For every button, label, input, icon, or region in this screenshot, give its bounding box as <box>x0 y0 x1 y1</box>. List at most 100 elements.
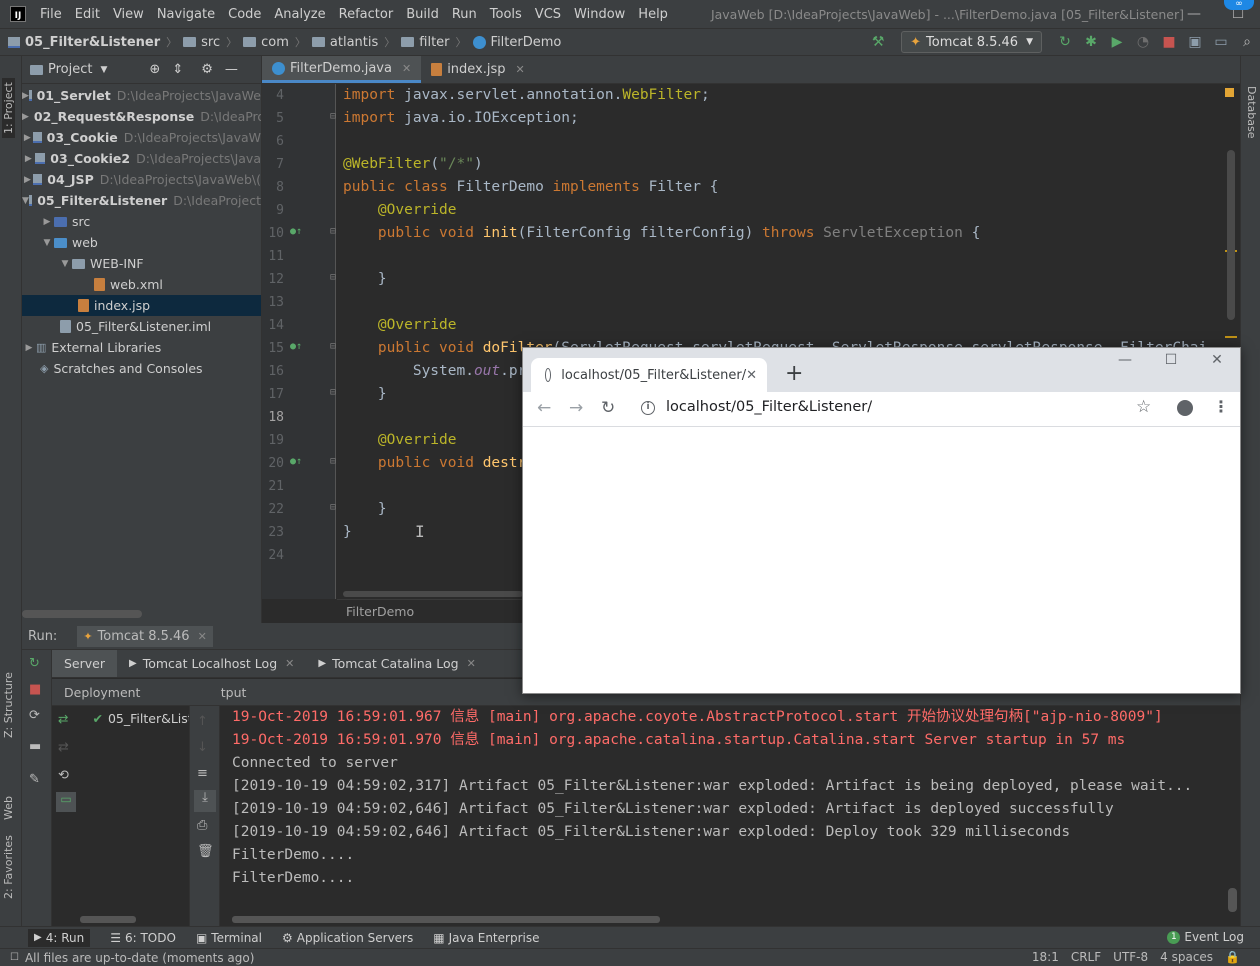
close-icon[interactable]: ✕ <box>198 630 207 643</box>
file-encoding[interactable]: UTF-8 <box>1113 950 1148 964</box>
chevron-down-icon[interactable]: ▼ <box>22 196 29 206</box>
chevron-right-icon[interactable]: ▶ <box>22 133 33 143</box>
fold-icon[interactable]: ⊟ <box>330 502 336 513</box>
breadcrumb-filterdemo[interactable]: FilterDemo <box>472 35 561 50</box>
stop-icon[interactable]: ■ <box>1156 34 1182 50</box>
tree-item-web-xml[interactable]: web.xml <box>22 274 261 295</box>
arrow-up-icon[interactable]: ↑ <box>197 714 208 729</box>
rerun-icon[interactable]: ↻ <box>29 656 40 671</box>
hide-panel-icon[interactable]: — <box>225 62 238 77</box>
menu-tools[interactable]: Tools <box>490 7 522 22</box>
menu-kebab-icon[interactable]: ⋮ <box>1213 397 1229 416</box>
close-icon[interactable]: ✕ <box>402 62 411 75</box>
open-browser-icon[interactable]: ▭ <box>56 792 76 812</box>
fold-icon[interactable]: ⊟ <box>330 387 336 398</box>
java-enterprise-tool-button[interactable]: ▦ Java Enterprise <box>433 931 539 945</box>
caret-position[interactable]: 18:1 <box>1032 950 1059 964</box>
tree-item-04-jsp[interactable]: ▶ 04_JSP D:\IdeaProjects\JavaWeb\( <box>22 169 261 190</box>
deployment-header[interactable]: Deployment <box>52 679 220 706</box>
tree-item-index-jsp[interactable]: index.jsp <box>22 295 261 316</box>
back-arrow-icon[interactable]: ← <box>537 398 551 418</box>
menu-run[interactable]: Run <box>452 7 477 22</box>
address-bar[interactable]: localhost/05_Filter&Listener/ <box>666 399 872 415</box>
close-icon[interactable]: ✕ <box>285 657 294 670</box>
soft-wrap-icon[interactable]: ≡ <box>197 766 208 781</box>
line-separator[interactable]: CRLF <box>1071 950 1101 964</box>
database-tool-tab[interactable]: Database <box>1245 86 1258 139</box>
project-horizontal-scrollbar[interactable] <box>22 610 142 618</box>
restart-icon[interactable]: ⟳ <box>29 708 40 723</box>
breadcrumb-atlantis[interactable]: atlantis 〉 <box>311 34 401 50</box>
tree-item-external-libraries[interactable]: ▶ ▥ External Libraries <box>22 337 261 358</box>
chevron-right-icon[interactable]: ▶ <box>22 154 35 164</box>
fold-icon[interactable]: ⊟ <box>330 272 336 283</box>
application-servers-tool-button[interactable]: ⚙ Application Servers <box>282 931 413 945</box>
tree-item-web[interactable]: ▼ web <box>22 232 261 253</box>
fold-icon[interactable]: ⊟ <box>330 111 336 122</box>
undeploy-icon[interactable]: ⇄ <box>58 740 69 755</box>
tree-item-iml[interactable]: 05_Filter&Listener.iml <box>22 316 261 337</box>
print-icon[interactable]: ⎙ <box>197 818 207 833</box>
run-tool-button[interactable]: ▶ 4: Run <box>28 928 91 947</box>
browser-tab[interactable]: localhost/05_Filter&Listener/ ✕ <box>531 358 767 392</box>
chevron-right-icon[interactable]: ▶ <box>22 175 33 185</box>
menu-navigate[interactable]: Navigate <box>157 7 215 22</box>
tab-server[interactable]: Server <box>52 650 117 677</box>
run-config-tab[interactable]: ✦ Tomcat 8.5.46 ✕ <box>77 625 213 647</box>
terminal-tool-button[interactable]: ▣ Terminal <box>196 931 262 945</box>
tab-filterdemo-java[interactable]: FilterDemo.java ✕ <box>262 56 422 83</box>
override-marker-icon[interactable]: ●↑ <box>290 456 302 467</box>
menu-build[interactable]: Build <box>406 7 439 22</box>
status-icon[interactable]: ☐ <box>10 952 19 963</box>
breadcrumb-filter[interactable]: filter 〉 <box>401 34 472 50</box>
tree-item-01-servlet[interactable]: ▶ 01_Servlet D:\IdeaProjects\JavaWe <box>22 85 261 106</box>
editor-vertical-scrollbar[interactable] <box>1227 150 1235 320</box>
chevron-right-icon[interactable]: ▶ <box>22 343 36 353</box>
gear-icon[interactable]: ⚙ <box>201 62 213 77</box>
error-stripe-mark[interactable] <box>1225 336 1237 338</box>
info-icon[interactable]: i <box>641 401 655 415</box>
deployment-item[interactable]: ⇄ ✔ 05_Filter&Listener:war exploded <box>52 706 189 730</box>
close-icon[interactable]: ✕ <box>1194 352 1240 368</box>
run-configuration-select[interactable]: ✦ Tomcat 8.5.46 ▼ <box>901 31 1042 53</box>
close-tab-icon[interactable]: ✕ <box>746 368 757 383</box>
menu-file[interactable]: File <box>40 7 62 22</box>
todo-tool-button[interactable]: ☰ 6: TODO <box>110 931 176 945</box>
account-icon[interactable] <box>1177 400 1193 416</box>
tree-item-03-cookie[interactable]: ▶ 03_Cookie D:\IdeaProjects\JavaW <box>22 127 261 148</box>
chevron-down-icon[interactable]: ▼ <box>40 238 54 248</box>
layout-icon[interactable]: ▬ <box>29 739 41 754</box>
menu-window[interactable]: Window <box>574 7 625 22</box>
warning-stripe-icon[interactable] <box>1225 88 1234 97</box>
breadcrumb-module[interactable]: 05_Filter&Listener 〉 <box>8 34 183 50</box>
tree-item-03-cookie2[interactable]: ▶ 03_Cookie2 D:\IdeaProjects\Java <box>22 148 261 169</box>
stop-icon[interactable]: ■ <box>29 682 41 697</box>
trash-icon[interactable]: 🗑 <box>197 844 214 859</box>
maximize-icon[interactable]: ☐ <box>1148 352 1194 368</box>
event-log-button[interactable]: 1 Event Log <box>1167 926 1244 948</box>
new-tab-icon[interactable]: + <box>785 360 803 388</box>
build-hammer-icon[interactable]: ⚒ <box>865 34 891 50</box>
structure-tool-tab[interactable]: Z: Structure <box>2 672 15 738</box>
profile-icon[interactable]: ◔ <box>1130 34 1156 50</box>
chevron-down-icon[interactable]: ▼ <box>58 259 72 269</box>
chevron-right-icon[interactable]: ▶ <box>40 217 54 227</box>
status-message[interactable]: All files are up-to-date (moments ago) <box>25 951 254 965</box>
output-vertical-scrollbar[interactable] <box>1228 888 1237 912</box>
locate-icon[interactable]: ⊕ <box>149 62 160 77</box>
search-icon[interactable]: ⌕ <box>1234 34 1260 50</box>
chevron-right-icon[interactable]: ▶ <box>22 91 29 101</box>
tree-item-scratches[interactable]: ◈ Scratches and Consoles <box>22 358 261 379</box>
chevron-right-icon[interactable]: ▶ <box>22 112 29 122</box>
deploy-icon[interactable]: ⇄ <box>58 711 68 726</box>
collapse-all-icon[interactable]: ⇕ <box>172 62 183 77</box>
rerun-icon[interactable]: ↻ <box>1052 34 1078 50</box>
web-tool-tab[interactable]: Web <box>2 796 15 820</box>
minimize-icon[interactable]: — <box>1172 6 1216 22</box>
coverage-icon[interactable]: ▶ <box>1104 34 1130 50</box>
reload-icon[interactable]: ↻ <box>601 398 615 418</box>
chevron-down-icon[interactable]: ▼ <box>100 65 107 75</box>
scroll-to-end-icon[interactable]: ⤓ <box>194 790 216 812</box>
layout-icon[interactable]: ▭ <box>1208 34 1234 50</box>
menu-code[interactable]: Code <box>228 7 261 22</box>
